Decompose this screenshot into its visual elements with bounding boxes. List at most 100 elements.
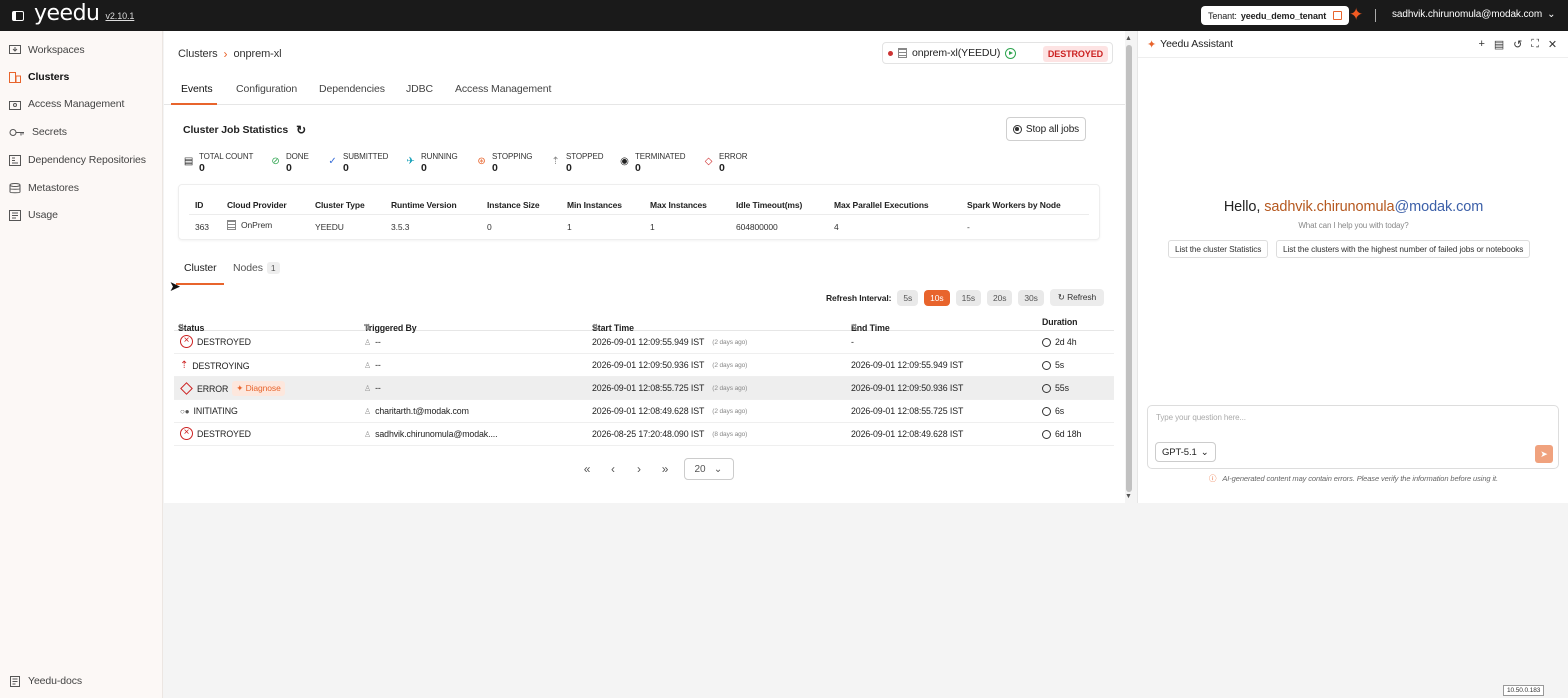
external-link-icon[interactable] bbox=[1333, 11, 1343, 20]
interval-5s[interactable]: 5s bbox=[897, 289, 919, 306]
duration-cell: 5s bbox=[1042, 360, 1064, 370]
stat-label: ERROR bbox=[719, 152, 748, 161]
status-cell: ⇡ DESTROYING bbox=[180, 360, 250, 371]
workspace-icon bbox=[9, 44, 21, 54]
scrollbar-thumb[interactable] bbox=[1126, 45, 1132, 492]
page-size-select[interactable]: 20 ⌄ bbox=[684, 458, 734, 480]
info-value: 604800000 bbox=[736, 222, 778, 232]
usage-icon bbox=[9, 209, 21, 221]
tab-configuration[interactable]: Configuration bbox=[236, 83, 297, 95]
stop-all-jobs-button[interactable]: Stop all jobs bbox=[1006, 117, 1086, 141]
repo-icon bbox=[9, 154, 21, 166]
triggered-by-text: -- bbox=[375, 383, 381, 393]
first-page-icon[interactable]: « bbox=[574, 462, 600, 476]
tab-cluster[interactable]: Cluster bbox=[184, 262, 217, 274]
suggestion-chip[interactable]: List the cluster Statistics bbox=[1168, 240, 1269, 258]
refresh-button[interactable]: ↻ Refresh bbox=[1049, 289, 1105, 306]
table-row[interactable]: ⇡ DESTROYING ♙ -- 2026-09-01 12:09:50.936… bbox=[174, 354, 1114, 377]
status-cell: ERROR ✦ Diagnose bbox=[180, 381, 285, 396]
info-header: Spark Workers by Node bbox=[967, 200, 1061, 210]
stat-done: ⊘ DONE 0 bbox=[270, 152, 308, 174]
breadcrumb: Clusters › onprem-xl bbox=[178, 47, 282, 61]
table-row[interactable]: × DESTROYED ♙ -- 2026-09-01 12:09:55.949 … bbox=[174, 331, 1114, 354]
sidebar-item-secrets[interactable]: Secrets bbox=[9, 126, 67, 138]
start-time-cell: 2026-09-01 12:09:50.936 IST (2 days ago) bbox=[592, 360, 747, 370]
sidebar-item-usage[interactable]: Usage bbox=[9, 209, 58, 221]
sidebar-item-label: Usage bbox=[28, 209, 58, 221]
initiating-icon: ○● bbox=[180, 406, 190, 416]
table-row[interactable]: × DESTROYED ♙ sadhvik.chirunomula@modak..… bbox=[174, 423, 1114, 446]
last-page-icon[interactable]: » bbox=[652, 462, 678, 476]
close-icon[interactable]: ✕ bbox=[1548, 38, 1557, 51]
running-icon: ✈ bbox=[406, 156, 415, 167]
prev-page-icon[interactable]: ‹ bbox=[600, 462, 626, 476]
model-select[interactable]: GPT-5.1 ⌄ bbox=[1155, 442, 1216, 462]
docs-icon bbox=[10, 675, 20, 687]
stat-label: STOPPING bbox=[492, 152, 533, 161]
status-cell: × DESTROYED bbox=[180, 335, 251, 348]
greeting-text: Hello, bbox=[1223, 199, 1261, 215]
sidebar-item-clusters[interactable]: Clusters bbox=[9, 71, 69, 83]
access-icon bbox=[9, 100, 21, 110]
tab-events[interactable]: Events bbox=[181, 83, 213, 95]
tenant-selector[interactable]: Tenant: yeedu_demo_tenant bbox=[1201, 6, 1350, 25]
history-icon[interactable]: ↺ bbox=[1513, 38, 1522, 51]
sidebar-item-access-management[interactable]: Access Management bbox=[9, 98, 124, 110]
suggestion-chip[interactable]: List the clusters with the highest numbe… bbox=[1276, 240, 1531, 258]
start-cluster-icon[interactable] bbox=[1005, 47, 1017, 59]
status-text: ERROR bbox=[197, 383, 229, 394]
interval-15s[interactable]: 15s bbox=[955, 289, 981, 306]
logo[interactable]: yeedu bbox=[34, 1, 100, 26]
expand-icon[interactable]: ⛶ bbox=[1531, 38, 1539, 51]
new-chat-icon[interactable]: + bbox=[1479, 38, 1485, 51]
assistant-toolbar: + ▤ ↺ ⛶ ✕ bbox=[1479, 38, 1558, 51]
interval-10s[interactable]: 10s bbox=[924, 289, 950, 306]
chat-list-icon[interactable]: ▤ bbox=[1494, 38, 1504, 51]
stop-all-jobs-label: Stop all jobs bbox=[1025, 123, 1080, 135]
diagnose-button[interactable]: ✦ Diagnose bbox=[232, 381, 285, 396]
scroll-up-icon[interactable]: ▲ bbox=[1125, 35, 1132, 42]
triggered-by-text: -- bbox=[375, 360, 381, 370]
assistant-input-box[interactable]: Type your question here... GPT-5.1 ⌄ ➤ bbox=[1147, 405, 1559, 469]
scroll-down-icon[interactable]: ▼ bbox=[1125, 493, 1132, 500]
refresh-stats-icon[interactable]: ↻ bbox=[296, 123, 306, 137]
next-page-icon[interactable]: › bbox=[626, 462, 652, 476]
ai-disclaimer: ⓘ AI-generated content may contain errors… bbox=[1138, 473, 1568, 484]
table-row[interactable]: ○● INITIATING ♙ charitarth.t@modak.com 20… bbox=[174, 400, 1114, 423]
tab-nodes[interactable]: Nodes 1 bbox=[233, 262, 280, 274]
divider bbox=[1375, 9, 1376, 22]
stat-value: 0 bbox=[421, 162, 427, 174]
sidebar-toggle-icon[interactable] bbox=[12, 10, 24, 21]
database-icon bbox=[9, 182, 21, 193]
interval-30s[interactable]: 30s bbox=[1018, 289, 1044, 306]
clusters-icon bbox=[9, 71, 21, 83]
user-icon: ♙ bbox=[364, 406, 372, 416]
version-link[interactable]: v2.10.1 bbox=[106, 11, 135, 21]
page-size-value: 20 bbox=[694, 463, 706, 475]
scrollbar[interactable]: ▲ ▼ bbox=[1124, 35, 1134, 503]
ai-sparkle-icon[interactable]: ✦ bbox=[1349, 5, 1363, 25]
send-icon[interactable]: ➤ bbox=[1535, 445, 1553, 463]
tab-access-management[interactable]: Access Management bbox=[455, 83, 551, 95]
sidebar-item-yeedu-docs[interactable]: Yeedu-docs bbox=[9, 675, 82, 687]
table-header: Status ⇅ Triggered By ⇅ Start Time ⇅ End Ti… bbox=[174, 311, 1114, 333]
comment-icon: ▤ bbox=[183, 156, 194, 167]
interval-20s[interactable]: 20s bbox=[986, 289, 1013, 306]
stopped-icon: ⇡ bbox=[551, 156, 560, 167]
relative-time: (2 days ago) bbox=[712, 384, 748, 392]
sidebar-item-dependency-repositories[interactable]: Dependency Repositories bbox=[9, 154, 146, 166]
question-input[interactable]: Type your question here... bbox=[1156, 413, 1246, 422]
start-time-cell: 2026-09-01 12:08:55.725 IST (2 days ago) bbox=[592, 383, 747, 393]
stat-submitted: ✓ SUBMITTED 0 bbox=[327, 152, 388, 174]
stat-value: 0 bbox=[343, 162, 349, 174]
user-menu[interactable]: sadhvik.chirunomula@modak.com ⌄ bbox=[1392, 9, 1555, 20]
sidebar-item-metastores[interactable]: Metastores bbox=[9, 182, 79, 194]
tab-dependencies[interactable]: Dependencies bbox=[319, 83, 385, 95]
key-icon bbox=[9, 128, 24, 136]
sidebar-item-workspaces[interactable]: Workspaces bbox=[9, 44, 85, 56]
table-row[interactable]: ERROR ✦ Diagnose ♙ -- 2026-09-01 12:08:55… bbox=[174, 377, 1114, 400]
breadcrumb-clusters-link[interactable]: Clusters bbox=[178, 48, 218, 60]
tab-jdbc[interactable]: JDBC bbox=[406, 83, 433, 95]
duration-text: 55s bbox=[1055, 383, 1069, 393]
stat-label: RUNNING bbox=[421, 152, 458, 161]
